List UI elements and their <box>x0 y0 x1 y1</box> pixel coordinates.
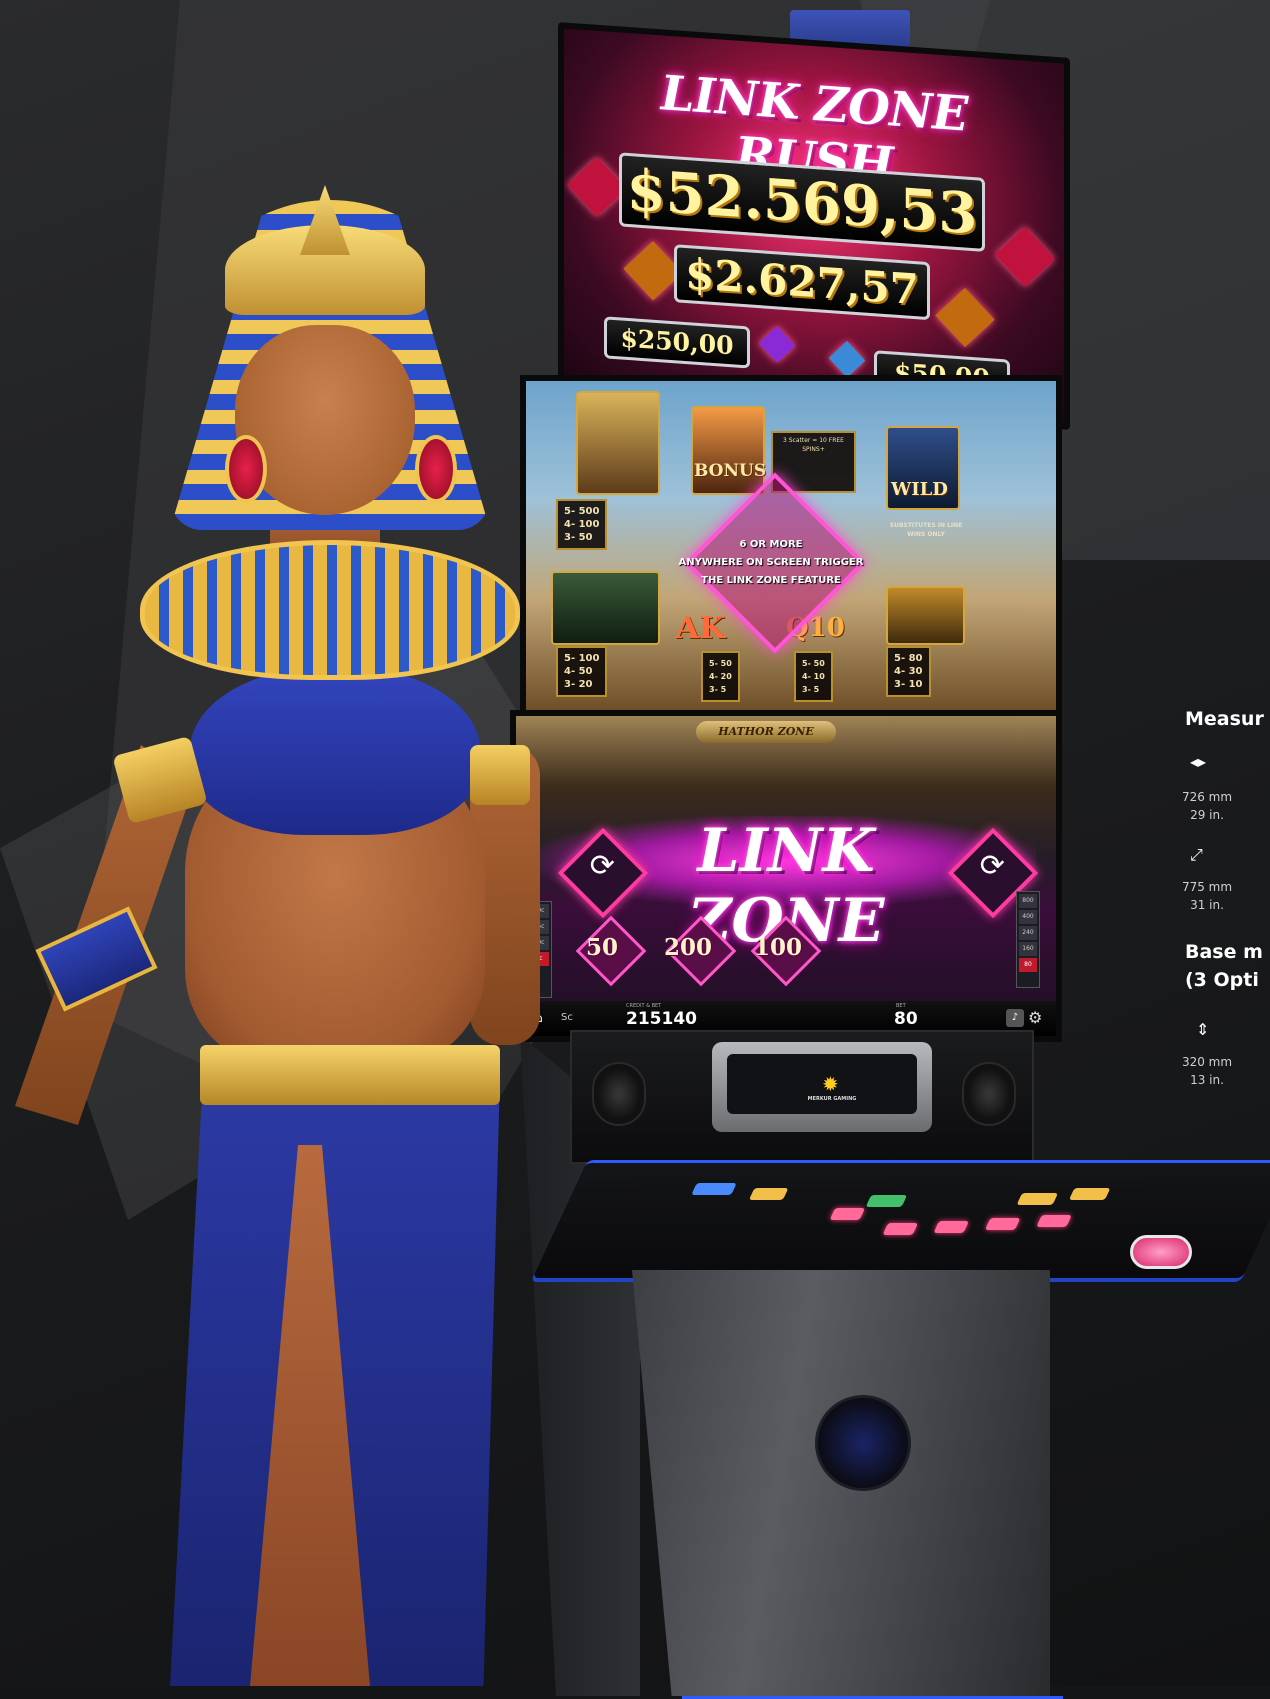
brand-logo: MERKUR GAMING <box>807 1096 857 1102</box>
height-mm: 320 mm <box>1181 1055 1233 1069</box>
paytable-card: 5- 100 4- 50 3- 20 <box>556 646 608 697</box>
zone-header: HATHOR ZONE <box>696 721 836 743</box>
slot-cabinet: LINK ZONE RUSH $52.569,53 $2.627,57 $250… <box>510 10 1270 1699</box>
refresh-icon: ⟳ <box>979 848 1005 884</box>
speaker-icon[interactable]: ♪ <box>1006 1009 1024 1027</box>
arrows-diagonal-icon: ⤢ <box>1190 845 1203 864</box>
refresh-icon: ⟳ <box>589 848 615 884</box>
deck-button[interactable] <box>933 1221 970 1233</box>
paytable-card: 5- 500 4- 100 3- 50 <box>556 499 608 550</box>
speaker-panel: ✹ MERKUR GAMING <box>570 1030 1034 1164</box>
deck-button[interactable] <box>1016 1193 1059 1205</box>
speaker-grille-icon <box>592 1062 646 1126</box>
deck-button[interactable] <box>691 1183 737 1195</box>
gear-icon[interactable]: ⚙ <box>1028 1008 1042 1027</box>
paytable-screen: BONUS WILD AK Q10 3 Scatter = 10 FREE SP… <box>520 375 1062 722</box>
bet-option[interactable]: 400 <box>1019 910 1037 924</box>
feature-trigger-text: 6 OR MORE ANYWHERE ON SCREEN TRIGGER THE… <box>678 539 864 586</box>
height-in: 13 in. <box>1190 1073 1224 1087</box>
ticket-printer: ✹ MERKUR GAMING <box>712 1042 932 1132</box>
wild-label: WILD <box>891 479 948 500</box>
coin-value: 50 <box>586 934 619 961</box>
depth-in: 31 in. <box>1190 898 1224 912</box>
coin-value: 100 <box>754 934 803 961</box>
jackpot-screen: LINK ZONE RUSH $52.569,53 $2.627,57 $250… <box>558 22 1070 430</box>
deck-button[interactable] <box>829 1208 866 1220</box>
cleopatra-character <box>0 185 560 1686</box>
wild-note: SUBSTITUTES IN LINE WINS ONLY <box>889 522 963 538</box>
game-screen: HATHOR ZONE LINK ZONE ⟳ ⟳ 50 200 100 50c… <box>510 710 1062 1042</box>
base-title: Base m (3 Opti <box>1185 941 1263 991</box>
bonus-symbol-icon <box>691 406 765 495</box>
credit-value: 215140 <box>626 1009 697 1029</box>
character-armband <box>112 735 208 825</box>
character-belt <box>200 1045 500 1105</box>
bet-option[interactable]: 160 <box>1019 942 1037 956</box>
deck-button[interactable] <box>882 1223 919 1235</box>
deck-button[interactable] <box>1036 1215 1072 1227</box>
paytable-card: 5- 50 4- 10 3- 5 <box>794 651 833 702</box>
bet-selector[interactable]: 800 400 240 160 80 <box>1016 891 1040 988</box>
depth-mm: 775 mm <box>1181 880 1233 894</box>
deck-button[interactable] <box>1068 1188 1111 1200</box>
bonus-label: BONUS <box>694 461 767 481</box>
bet-option[interactable]: 240 <box>1019 926 1037 940</box>
earring-icon <box>225 435 267 503</box>
character-top <box>190 665 480 835</box>
deck-button[interactable] <box>748 1188 789 1200</box>
ak-label: AK <box>676 611 726 646</box>
sun-logo-icon: ✹ <box>822 1072 839 1096</box>
bet-option[interactable]: 800 <box>1019 894 1037 908</box>
scarab-symbol-icon <box>886 586 965 645</box>
character-armband <box>470 745 530 805</box>
character-collar <box>140 540 520 680</box>
queen-symbol-icon <box>576 391 660 495</box>
arrows-left-right-icon: ◂▸ <box>1190 752 1207 771</box>
paytable-card: 5- 50 4- 20 3- 5 <box>701 651 740 702</box>
anubis-symbol-icon <box>551 571 660 645</box>
sc-label: Sc <box>561 1012 573 1023</box>
speaker-grille-icon <box>962 1062 1016 1126</box>
play-button[interactable] <box>1130 1235 1192 1269</box>
bet-value: 80 <box>894 1009 918 1029</box>
bet-option-selected[interactable]: 80 <box>1019 958 1037 972</box>
earring-icon <box>415 435 457 503</box>
measurements-panel: Measur ◂▸ 726 mm 29 in. ⤢ 775 mm 31 in. … <box>1180 700 1270 1120</box>
width-in: 29 in. <box>1190 808 1224 822</box>
measurements-title: Measur <box>1185 708 1264 730</box>
deck-button[interactable] <box>865 1195 908 1207</box>
paytable-card: 5- 80 4- 30 3- 10 <box>886 646 931 697</box>
arrows-up-down-icon: ⇕ <box>1196 1020 1210 1039</box>
width-mm: 726 mm <box>1181 790 1233 804</box>
coin-value: 200 <box>664 934 713 961</box>
deck-button[interactable] <box>984 1218 1021 1230</box>
base-logo-icon <box>815 1395 911 1491</box>
